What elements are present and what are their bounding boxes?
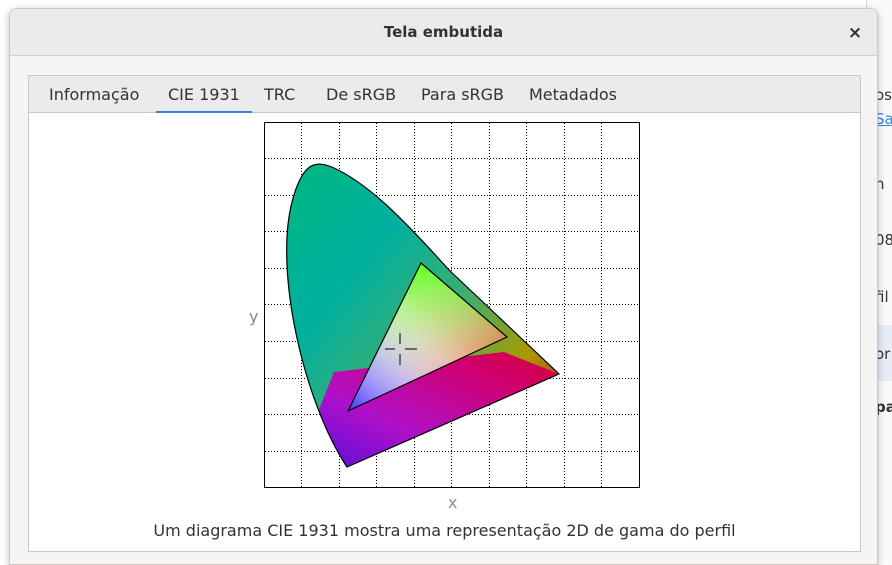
dialog-title: Tela embutida bbox=[383, 23, 504, 41]
cie-1931-diagram bbox=[264, 122, 640, 488]
x-axis-label: x bbox=[448, 493, 458, 512]
tab-de-srgb[interactable]: De sRGB bbox=[326, 76, 396, 113]
tab-informacao[interactable]: Informação bbox=[49, 76, 139, 113]
tab-para-srgb[interactable]: Para sRGB bbox=[421, 76, 504, 113]
tab-bar: Informação CIE 1931 TRC De sRGB Para sRG… bbox=[29, 76, 860, 114]
close-icon: × bbox=[847, 23, 863, 43]
y-axis-label: y bbox=[249, 307, 259, 326]
tab-trc[interactable]: TRC bbox=[264, 76, 295, 113]
titlebar: Tela embutida × bbox=[10, 9, 877, 56]
tab-cie-1931[interactable]: CIE 1931 bbox=[156, 76, 252, 114]
close-button[interactable]: × bbox=[843, 21, 867, 45]
profile-dialog: Tela embutida × Informação CIE 1931 TRC … bbox=[9, 8, 878, 565]
tab-metadados[interactable]: Metadados bbox=[529, 76, 617, 113]
cie-panel: y x Um diagrama CIE 1931 mostra uma repr… bbox=[29, 113, 860, 551]
notebook: Informação CIE 1931 TRC De sRGB Para sRG… bbox=[28, 75, 861, 552]
diagram-caption: Um diagrama CIE 1931 mostra uma represen… bbox=[153, 521, 736, 540]
